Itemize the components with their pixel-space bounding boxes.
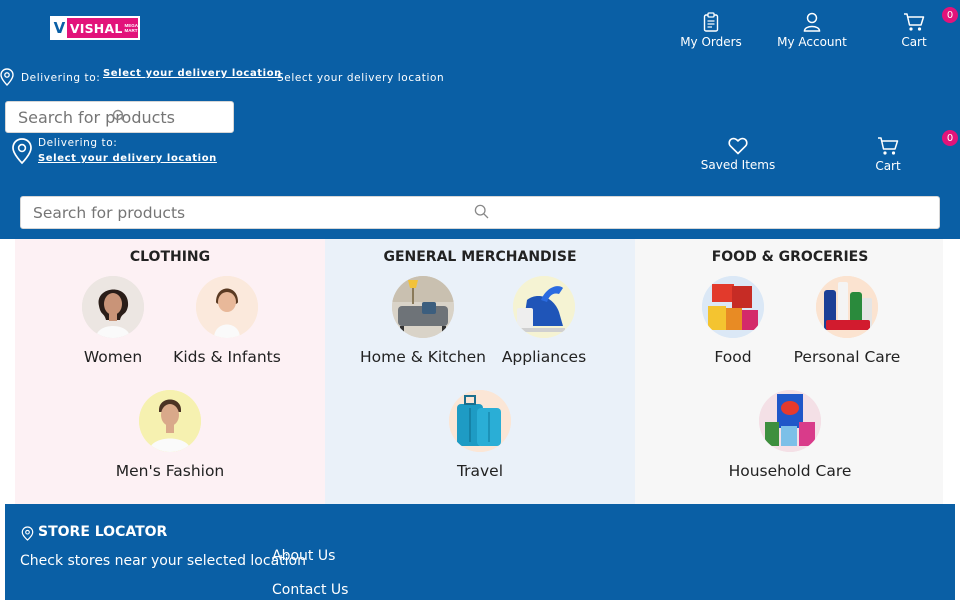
cart-count-badge: 0 — [942, 130, 958, 146]
cart-label: Cart — [875, 159, 901, 173]
category-title: CLOTHING — [129, 249, 211, 265]
cart-label: Cart — [901, 35, 927, 49]
delivering-to-label: Delivering to: — [21, 72, 101, 84]
heart-icon — [728, 137, 748, 155]
logo-brand: VISHAL — [69, 20, 123, 36]
category-label: Home & Kitchen — [360, 348, 486, 366]
search-bar-small[interactable] — [5, 101, 234, 133]
women-image — [82, 276, 144, 338]
cart-link[interactable]: Cart — [894, 12, 934, 49]
footer: STORE LOCATOR Check stores near your sel… — [5, 504, 955, 600]
location-pin-icon — [12, 138, 32, 165]
category-title: GENERAL MERCHANDISE — [383, 249, 577, 265]
search-bar-main[interactable] — [20, 196, 940, 229]
cart-icon — [904, 13, 925, 31]
user-icon — [803, 12, 821, 32]
food-image — [702, 276, 764, 338]
my-account-label: My Account — [777, 35, 847, 49]
logo-sub: MEGA MART — [124, 23, 139, 33]
category-label: Kids & Infants — [173, 348, 281, 366]
household-care-image — [759, 390, 821, 452]
saved-items-link[interactable]: Saved Items — [700, 137, 776, 172]
search-icon[interactable] — [474, 204, 489, 219]
contact-us-link[interactable]: Contact Us — [272, 582, 348, 598]
home-kitchen-image — [392, 276, 454, 338]
my-orders-label: My Orders — [680, 35, 742, 49]
category-label: Household Care — [728, 462, 852, 480]
location-pin-icon — [0, 68, 14, 86]
category-tile-travel[interactable]: Travel — [410, 390, 550, 480]
search-icon[interactable] — [112, 109, 126, 123]
kids-image — [196, 276, 258, 338]
vishal-mega-mart-logo[interactable]: V VISHAL MEGA MART — [50, 16, 140, 40]
category-label: Personal Care — [793, 348, 901, 366]
cart-icon — [878, 137, 899, 155]
category-tile-kids-infants[interactable]: Kids & Infants — [157, 276, 297, 366]
category-general-merchandise: GENERAL MERCHANDISE Home & Kitchen Appli… — [325, 239, 635, 504]
saved-items-label: Saved Items — [700, 158, 776, 172]
category-tile-household-care[interactable]: Household Care — [720, 390, 860, 480]
clipboard-icon — [703, 12, 719, 32]
category-title: FOOD & GROCERIES — [711, 249, 869, 265]
my-orders-link[interactable]: My Orders — [676, 12, 746, 49]
category-food-groceries: FOOD & GROCERIES Food Personal Care Hous… — [635, 239, 943, 504]
category-tile-home-kitchen[interactable]: Home & Kitchen — [353, 276, 493, 366]
location-pin-icon — [21, 526, 34, 541]
appliances-image — [513, 276, 575, 338]
travel-image — [449, 390, 511, 452]
about-us-link[interactable]: About Us — [272, 548, 335, 564]
select-location-text: Select your delivery location — [277, 72, 445, 84]
category-clothing: CLOTHING Women Kids & Infants Men's Fash… — [15, 239, 325, 504]
delivering-to-label: Delivering to: — [38, 137, 118, 149]
store-locator-title[interactable]: STORE LOCATOR — [38, 524, 167, 540]
category-tile-personal-care[interactable]: Personal Care — [777, 276, 917, 366]
category-tile-appliances[interactable]: Appliances — [474, 276, 614, 366]
store-locator-text: Check stores near your selected location — [20, 553, 306, 569]
category-label: Appliances — [501, 348, 587, 366]
my-account-link[interactable]: My Account — [772, 12, 852, 49]
category-tile-mens-fashion[interactable]: Men's Fashion — [100, 390, 240, 480]
category-label: Men's Fashion — [115, 462, 225, 480]
men-image — [139, 390, 201, 452]
logo-v-icon: V — [52, 18, 67, 38]
category-label: Travel — [456, 462, 504, 480]
select-location-link[interactable]: Select your delivery location — [38, 153, 217, 164]
cart-count-badge: 0 — [942, 7, 958, 23]
personal-care-image — [816, 276, 878, 338]
cart-link[interactable]: Cart — [868, 136, 908, 173]
select-location-link[interactable]: Select your delivery location — [103, 68, 282, 79]
